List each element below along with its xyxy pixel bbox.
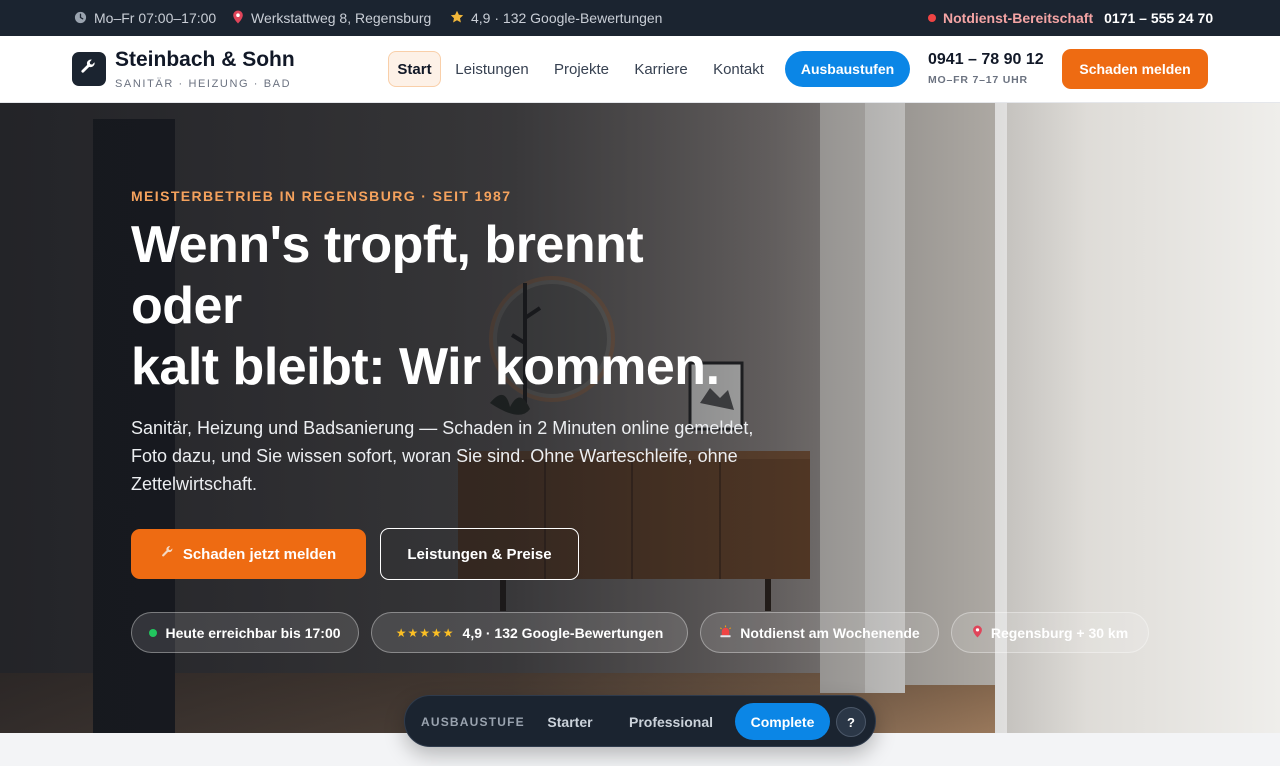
service-area-text: Regensburg + 30 km: [990, 624, 1129, 641]
brand-tagline: SANITÄR · HEIZUNG · BAD: [115, 78, 292, 90]
service-area-badge: Regensburg + 30 km: [951, 612, 1149, 653]
nav-leistungen[interactable]: Leistungen: [451, 51, 533, 87]
headline-line-2: oder: [131, 277, 242, 335]
status-dot-icon: [928, 14, 936, 22]
siren-icon: [719, 624, 732, 641]
report-damage-button[interactable]: Schaden melden: [1062, 49, 1208, 89]
wrench-icon: [161, 545, 175, 563]
nav-kontakt[interactable]: Kontakt: [708, 51, 769, 87]
hero-eyebrow: MEISTERBETRIEB IN REGENSBURG · SEIT 1987: [131, 188, 512, 204]
headline-line-1: Wenn's tropft, brennt: [131, 216, 644, 274]
site-header: Steinbach & Sohn SANITÄR · HEIZUNG · BAD…: [0, 36, 1280, 103]
nav-karriere[interactable]: Karriere: [630, 51, 692, 87]
tier-switcher: AUSBAUSTUFE Starter Professional Complet…: [404, 695, 876, 747]
tier-option-starter[interactable]: Starter: [532, 703, 608, 740]
top-info-bar: Mo–Fr 07:00–17:00 Werkstattweg 8, Regens…: [0, 0, 1280, 36]
address: Werkstattweg 8, Regensburg: [232, 0, 431, 36]
nav-start[interactable]: Start: [388, 51, 441, 87]
star-icon: [450, 10, 464, 26]
tier-option-professional[interactable]: Professional: [620, 703, 722, 740]
address-text: Werkstattweg 8, Regensburg: [251, 10, 432, 26]
rating-text: 4,9 · 132 Google-Bewertungen: [471, 10, 663, 26]
ausbaustufen-button[interactable]: Ausbaustufen: [785, 51, 910, 87]
clock-icon: [74, 11, 87, 26]
emergency-phone[interactable]: 0171 – 555 24 70: [1104, 10, 1213, 26]
emergency-badge: Notdienst am Wochenende: [700, 612, 939, 653]
cta-primary-label: Schaden jetzt melden: [182, 545, 337, 563]
emergency-label: Notdienst-Bereitschaft: [943, 10, 1094, 26]
rating: 4,9 · 132 Google-Bewertungen: [450, 0, 662, 36]
status-dot-icon: [149, 628, 158, 637]
report-damage-now-button[interactable]: Schaden jetzt melden: [131, 529, 366, 579]
logo[interactable]: [72, 52, 106, 86]
rating-badge[interactable]: ★★★★★ 4,9 · 132 Google-Bewertungen: [371, 612, 688, 653]
headline-line-3: kalt bleibt: Wir kommen.: [131, 338, 720, 396]
help-icon[interactable]: ?: [836, 707, 866, 737]
hero-section: MEISTERBETRIEB IN REGENSBURG · SEIT 1987…: [0, 103, 1280, 733]
tier-option-complete[interactable]: Complete: [735, 703, 830, 740]
map-pin-icon: [232, 10, 244, 26]
emergency-hotline[interactable]: Notdienst-Bereitschaft 0171 – 555 24 70: [928, 0, 1213, 36]
tier-label: AUSBAUSTUFE: [421, 715, 525, 729]
opening-hours: Mo–Fr 07:00–17:00: [74, 0, 216, 36]
rating-badge-text: 4,9 · 132 Google-Bewertungen: [462, 624, 664, 641]
emergency-badge-text: Notdienst am Wochenende: [740, 624, 920, 641]
nav-projekte[interactable]: Projekte: [549, 51, 614, 87]
brand-name[interactable]: Steinbach & Sohn: [115, 48, 295, 72]
hero-headline: Wenn's tropft, brennt oder kalt bleibt: …: [131, 215, 831, 398]
services-prices-button[interactable]: Leistungen & Preise: [380, 528, 579, 580]
hours-text: Mo–Fr 07:00–17:00: [94, 10, 217, 26]
header-phone[interactable]: 0941 – 78 90 12: [928, 51, 1044, 69]
phone-hours: MO–FR 7–17 UHR: [928, 74, 1028, 86]
stars-icon: ★★★★★: [395, 625, 455, 640]
hero-lead: Sanitär, Heizung und Badsanierung — Scha…: [131, 418, 754, 494]
availability-badge: Heute erreichbar bis 17:00: [131, 612, 359, 653]
map-pin-icon: [972, 625, 983, 641]
availability-text: Heute erreichbar bis 17:00: [165, 624, 341, 641]
wrench-icon: [80, 58, 98, 81]
